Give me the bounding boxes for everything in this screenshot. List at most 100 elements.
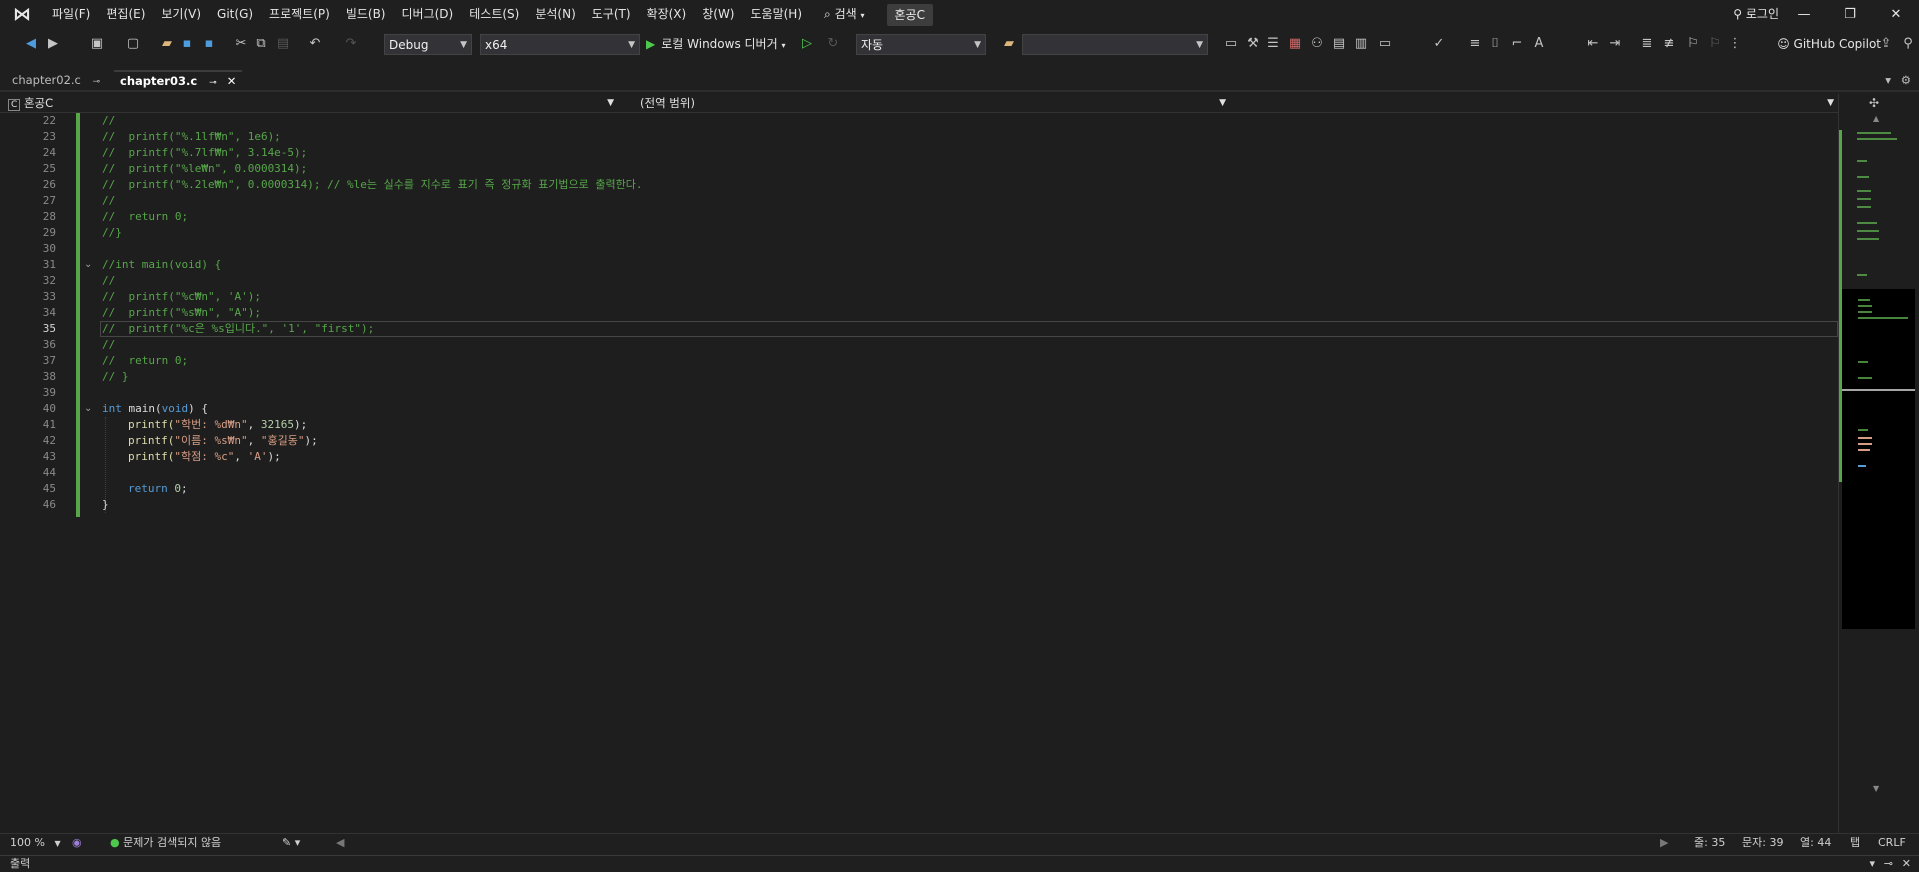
new-project-icon[interactable]: ▣: [88, 35, 106, 53]
project-dropdown[interactable]: C 혼공C ▼: [8, 94, 614, 112]
undo-icon[interactable]: ↶: [306, 35, 324, 53]
code-line-37: // return 0;: [102, 354, 189, 367]
login-button[interactable]: ⚲ 로그인: [1733, 0, 1779, 29]
zoom-value: 100 %: [10, 836, 45, 849]
member-dropdown[interactable]: ▼: [1236, 94, 1834, 112]
char-indicator[interactable]: 문자: 39: [1742, 834, 1783, 852]
redo-icon[interactable]: ↷: [342, 35, 360, 53]
menu-item[interactable]: 편집(E): [98, 0, 153, 29]
outdent-icon[interactable]: ⇤: [1584, 35, 1602, 53]
issues-indicator[interactable]: ● 문제가 검색되지 않음: [110, 834, 221, 852]
scroll-right-icon[interactable]: ▶: [1660, 834, 1668, 852]
minimize-button[interactable]: —: [1781, 0, 1827, 29]
scroll-down-icon[interactable]: ▼: [1873, 784, 1879, 793]
window-icon[interactable]: ▤: [1330, 35, 1348, 53]
panel-menu-icon[interactable]: ▾: [1869, 856, 1875, 872]
solution-name-badge[interactable]: 혼공C: [886, 3, 933, 26]
scroll-left-icon[interactable]: ◀: [336, 834, 344, 852]
menu-item[interactable]: 도구(T): [584, 0, 639, 29]
fold-collapse-icon[interactable]: ⌄: [84, 401, 92, 417]
menu-item[interactable]: 테스트(S): [461, 0, 527, 29]
bracket-icon[interactable]: ⌷: [1486, 35, 1504, 53]
wrench-icon[interactable]: ⚒: [1244, 35, 1262, 53]
navigate-back-icon[interactable]: ◀: [22, 35, 40, 53]
panel-pin-icon[interactable]: ⊸: [1884, 856, 1893, 872]
pin-icon[interactable]: ⊸: [209, 78, 217, 88]
add-item-icon[interactable]: ▢: [124, 35, 142, 53]
format-icon[interactable]: ≡: [1466, 35, 1484, 53]
cut-icon[interactable]: ✂: [232, 35, 250, 53]
admin-icon[interactable]: ⚲: [1899, 35, 1917, 53]
scroll-up-icon[interactable]: ▲: [1873, 114, 1879, 123]
toolbar-icon-1[interactable]: ▭: [1222, 35, 1240, 53]
line-ending-indicator[interactable]: CRLF: [1878, 834, 1906, 852]
configuration-select[interactable]: Debug ▼: [384, 34, 472, 55]
bookmark-prev-icon[interactable]: ⚐: [1706, 35, 1724, 53]
bookmark-icon[interactable]: ⚐: [1684, 35, 1702, 53]
comment-lines-icon[interactable]: ≣: [1638, 35, 1656, 53]
panel-close-icon[interactable]: ✕: [1902, 856, 1911, 872]
line-number: 39: [42, 386, 56, 399]
text-case-icon[interactable]: A: [1530, 35, 1548, 53]
fold-collapse-icon[interactable]: ⌄: [84, 257, 92, 273]
scope-dropdown[interactable]: (전역 범위) ▼: [640, 94, 1226, 112]
tab-chapter03[interactable]: chapter03.c ⊸ ✕: [114, 70, 243, 90]
layout-icon[interactable]: ▥: [1352, 35, 1370, 53]
code-editor[interactable]: 22 23 24 25 26 27 28 29 30 31 32 33 34 35 36 37 38 39 40 41…: [0, 113, 1838, 833]
spell-check-icon[interactable]: ✓: [1430, 35, 1448, 53]
mode-select[interactable]: 자동 ▼: [856, 34, 986, 55]
platform-select[interactable]: x64 ▼: [480, 34, 640, 55]
copilot-status-icon[interactable]: ◉: [72, 834, 82, 852]
startup-item-select[interactable]: ▼: [1022, 34, 1208, 55]
team-icon[interactable]: ⚇: [1308, 35, 1326, 53]
comment-icon[interactable]: ☰: [1264, 35, 1282, 53]
menu-item[interactable]: 파일(F): [44, 0, 98, 29]
line-indicator[interactable]: 줄: 35: [1694, 834, 1725, 852]
save-icon[interactable]: ▪: [178, 35, 196, 53]
search-button[interactable]: ⌕ 검색 ▾: [816, 0, 873, 29]
tab-indicator[interactable]: 탭: [1850, 834, 1860, 852]
menu-item[interactable]: 분석(N): [527, 0, 583, 29]
tab-chapter02[interactable]: chapter02.c ⊸: [6, 70, 106, 90]
indent-icon[interactable]: ⇥: [1606, 35, 1624, 53]
code-cleanup-icon[interactable]: ✎ ▾: [282, 834, 300, 852]
menu-item[interactable]: 도움말(H): [743, 0, 811, 29]
menu-item[interactable]: 디버그(D): [394, 0, 462, 29]
folder-icon[interactable]: ▰: [1000, 35, 1018, 53]
chevron-down-icon: ▾: [781, 41, 786, 50]
close-tab-icon[interactable]: ✕: [227, 74, 237, 88]
maximize-button[interactable]: ❐: [1827, 0, 1873, 29]
menu-item[interactable]: Git(G): [209, 0, 261, 29]
minimap-scrollbar[interactable]: ✣ ▲ ▼: [1838, 94, 1919, 833]
pin-icon[interactable]: ⊸: [93, 77, 101, 87]
copy-icon[interactable]: ⧉: [252, 35, 270, 53]
hot-reload-icon[interactable]: ↻: [824, 35, 842, 53]
navigate-forward-icon[interactable]: ▶: [44, 35, 62, 53]
select-icon[interactable]: ⌐: [1508, 35, 1526, 53]
bookmark-next-icon[interactable]: ⋮: [1726, 35, 1744, 53]
open-file-icon[interactable]: ▰: [158, 35, 176, 53]
start-debugging-button[interactable]: ▶ 로컬 Windows 디버거 ▾: [646, 34, 785, 55]
line-number: 26: [42, 178, 56, 191]
minimap-viewport[interactable]: [1842, 289, 1915, 629]
start-without-debugging-icon[interactable]: ▷: [798, 35, 816, 53]
menu-item[interactable]: 빌드(B): [338, 0, 394, 29]
share-icon[interactable]: ⇪: [1877, 35, 1895, 53]
settings-gear-icon[interactable]: ⚙: [1895, 70, 1917, 90]
uncomment-lines-icon[interactable]: ≢: [1660, 35, 1678, 53]
close-window-button[interactable]: ✕: [1873, 0, 1919, 29]
menu-item[interactable]: 보기(V): [153, 0, 209, 29]
column-indicator[interactable]: 열: 44: [1800, 834, 1831, 852]
save-all-icon[interactable]: ▪: [200, 35, 218, 53]
github-copilot-button[interactable]: ☺ GitHub Copilot: [1777, 34, 1881, 55]
zoom-select[interactable]: 100 % ▼: [10, 834, 61, 852]
menu-item[interactable]: 창(W): [694, 0, 742, 29]
display-icon[interactable]: ▭: [1376, 35, 1394, 53]
split-icon[interactable]: ✣: [1869, 96, 1879, 110]
menu-item[interactable]: 확장(X): [639, 0, 695, 29]
menu-item[interactable]: 프로젝트(P): [261, 0, 338, 29]
toolbox-icon[interactable]: ▦: [1286, 35, 1304, 53]
minimap-line: [1858, 305, 1872, 307]
paste-icon[interactable]: ▤: [274, 35, 292, 53]
code-text: ;: [181, 482, 188, 495]
